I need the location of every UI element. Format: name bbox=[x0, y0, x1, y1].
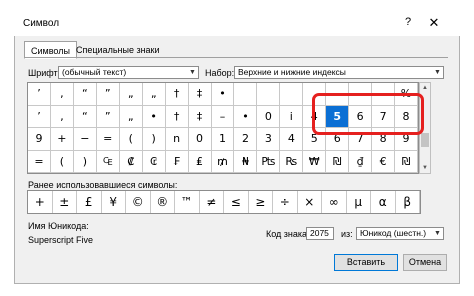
cancel-button[interactable]: Отмена bbox=[403, 254, 447, 271]
symbol-cell[interactable]: “ bbox=[73, 83, 97, 106]
symbol-cell[interactable]: ₣ bbox=[165, 150, 189, 173]
highlight-annotation bbox=[312, 93, 424, 135]
symbol-cell[interactable]: • bbox=[234, 105, 258, 128]
symbol-cell[interactable]: † bbox=[165, 105, 189, 128]
recent-symbol-cell[interactable]: £ bbox=[77, 191, 102, 213]
symbol-cell[interactable]: ) bbox=[142, 128, 166, 151]
symbol-cell[interactable]: ₦ bbox=[234, 150, 258, 173]
symbol-cell[interactable]: 9 bbox=[28, 128, 51, 151]
symbol-cell[interactable]: ₤ bbox=[188, 150, 212, 173]
symbol-cell[interactable]: ( bbox=[50, 150, 74, 173]
recent-symbol-cell[interactable]: α bbox=[371, 191, 396, 213]
recent-symbol-cell[interactable]: ® bbox=[151, 191, 175, 213]
chevron-down-icon: ▼ bbox=[189, 69, 196, 76]
scroll-up-icon[interactable]: ▲ bbox=[420, 83, 430, 93]
unicode-name-value: Superscript Five bbox=[28, 235, 94, 245]
symbol-cell[interactable] bbox=[280, 83, 304, 106]
symbol-cell[interactable]: 3 bbox=[257, 128, 281, 151]
recent-symbol-cell[interactable]: ∞ bbox=[322, 191, 347, 213]
symbol-cell[interactable]: “ bbox=[73, 105, 97, 128]
chevron-down-icon: ▼ bbox=[434, 69, 441, 76]
symbol-cell[interactable]: ‚ bbox=[50, 105, 74, 128]
recent-symbol-cell[interactable]: ≥ bbox=[249, 191, 273, 213]
recent-symbol-cell[interactable]: × bbox=[298, 191, 322, 213]
close-button[interactable]: ✕ bbox=[426, 15, 442, 31]
unicode-name-label: Имя Юникода: bbox=[28, 221, 89, 231]
font-select[interactable]: (обычный текст) ▼ bbox=[58, 66, 199, 79]
char-code-input[interactable]: 2075 bbox=[306, 227, 334, 240]
symbol-cell[interactable]: + bbox=[50, 128, 74, 151]
scroll-thumb[interactable] bbox=[421, 133, 429, 147]
symbol-cell[interactable]: ’ bbox=[28, 83, 51, 106]
scroll-down-icon[interactable]: ▼ bbox=[420, 163, 430, 173]
symbol-cell[interactable]: = bbox=[96, 128, 120, 151]
symbol-cell[interactable]: 0 bbox=[188, 128, 212, 151]
symbol-cell[interactable]: • bbox=[211, 83, 235, 106]
from-label: из: bbox=[341, 229, 353, 239]
encoding-select-value: Юникод (шестн.) bbox=[360, 228, 427, 238]
recent-symbol-cell[interactable]: ÷ bbox=[273, 191, 298, 213]
symbol-cell[interactable]: ’ bbox=[28, 105, 51, 128]
title-bar: Символ ? ✕ bbox=[0, 0, 474, 36]
symbol-cell[interactable]: i bbox=[280, 105, 304, 128]
symbol-cell[interactable] bbox=[257, 83, 281, 106]
window-title: Символ bbox=[23, 18, 60, 29]
encoding-select[interactable]: Юникод (шестн.) ▼ bbox=[356, 227, 444, 240]
symbol-cell[interactable]: • bbox=[142, 105, 166, 128]
symbol-cell[interactable]: ₫ bbox=[349, 150, 373, 173]
symbol-cell[interactable]: − bbox=[73, 128, 97, 151]
symbol-cell[interactable]: € bbox=[372, 150, 396, 173]
symbol-cell[interactable]: , bbox=[50, 83, 74, 106]
font-select-value: (обычный текст) bbox=[62, 67, 127, 77]
symbol-cell[interactable]: ‡ bbox=[188, 83, 212, 106]
recent-symbol-cell[interactable]: ™ bbox=[175, 191, 200, 213]
symbol-cell[interactable]: „ bbox=[119, 105, 143, 128]
recent-symbol-cell[interactable]: ± bbox=[53, 191, 77, 213]
symbol-cell[interactable]: ” bbox=[96, 83, 120, 106]
symbol-cell[interactable]: ₧ bbox=[257, 150, 281, 173]
recent-symbol-cell[interactable]: ¥ bbox=[102, 191, 126, 213]
chevron-down-icon: ▼ bbox=[434, 230, 441, 237]
symbol-cell[interactable]: 1 bbox=[211, 128, 235, 151]
symbol-cell[interactable]: 4 bbox=[280, 128, 304, 151]
symbol-cell[interactable] bbox=[234, 83, 258, 106]
symbol-cell[interactable]: ₡ bbox=[119, 150, 143, 173]
recent-symbol-cell[interactable]: ≠ bbox=[200, 191, 224, 213]
symbol-cell[interactable]: ₢ bbox=[142, 150, 166, 173]
symbol-cell[interactable]: ( bbox=[119, 128, 143, 151]
subset-select[interactable]: Верхние и нижние индексы ▼ bbox=[234, 66, 444, 79]
insert-button[interactable]: Вставить bbox=[334, 254, 398, 271]
recent-symbol-cell[interactable]: β bbox=[396, 191, 420, 213]
symbol-cell[interactable]: „ bbox=[142, 83, 166, 106]
symbol-cell[interactable]: ‡ bbox=[188, 105, 212, 128]
recent-symbol-cell[interactable]: + bbox=[28, 191, 53, 213]
symbol-cell[interactable]: „ bbox=[119, 83, 143, 106]
recent-symbol-cell[interactable]: μ bbox=[347, 191, 371, 213]
symbol-cell[interactable]: ₩ bbox=[303, 150, 327, 173]
recent-symbol-cell[interactable]: ≤ bbox=[224, 191, 249, 213]
recent-symbols-label: Ранее использовавшиеся символы: bbox=[28, 180, 178, 190]
symbol-cell[interactable]: ) bbox=[73, 150, 97, 173]
recent-symbols: + ± £ ¥ © ® ™ ≠ ≤ ≥ ÷ × ∞ μ α β bbox=[27, 190, 421, 214]
symbol-cell[interactable]: = bbox=[28, 150, 51, 173]
symbol-cell[interactable]: ₠ bbox=[96, 150, 120, 173]
symbol-cell[interactable]: † bbox=[165, 83, 189, 106]
symbol-cell[interactable]: ₪ bbox=[326, 150, 350, 173]
symbol-cell[interactable]: ₪ bbox=[395, 150, 418, 173]
symbol-cell[interactable]: ₨ bbox=[280, 150, 304, 173]
font-label: Шрифт: bbox=[28, 68, 61, 78]
symbol-cell[interactable]: – bbox=[211, 105, 235, 128]
symbol-cell[interactable]: 0 bbox=[257, 105, 281, 128]
recent-symbol-cell[interactable]: © bbox=[126, 191, 151, 213]
subset-select-value: Верхние и нижние индексы bbox=[238, 67, 346, 77]
char-code-label: Код знака: bbox=[266, 229, 310, 239]
tab-divider bbox=[24, 57, 448, 58]
symbol-cell[interactable]: ₥ bbox=[211, 150, 235, 173]
symbol-cell[interactable]: 2 bbox=[234, 128, 258, 151]
help-button[interactable]: ? bbox=[400, 16, 416, 32]
subset-label: Набор: bbox=[205, 68, 235, 78]
symbol-cell[interactable]: ” bbox=[96, 105, 120, 128]
symbol-cell[interactable]: n bbox=[165, 128, 189, 151]
